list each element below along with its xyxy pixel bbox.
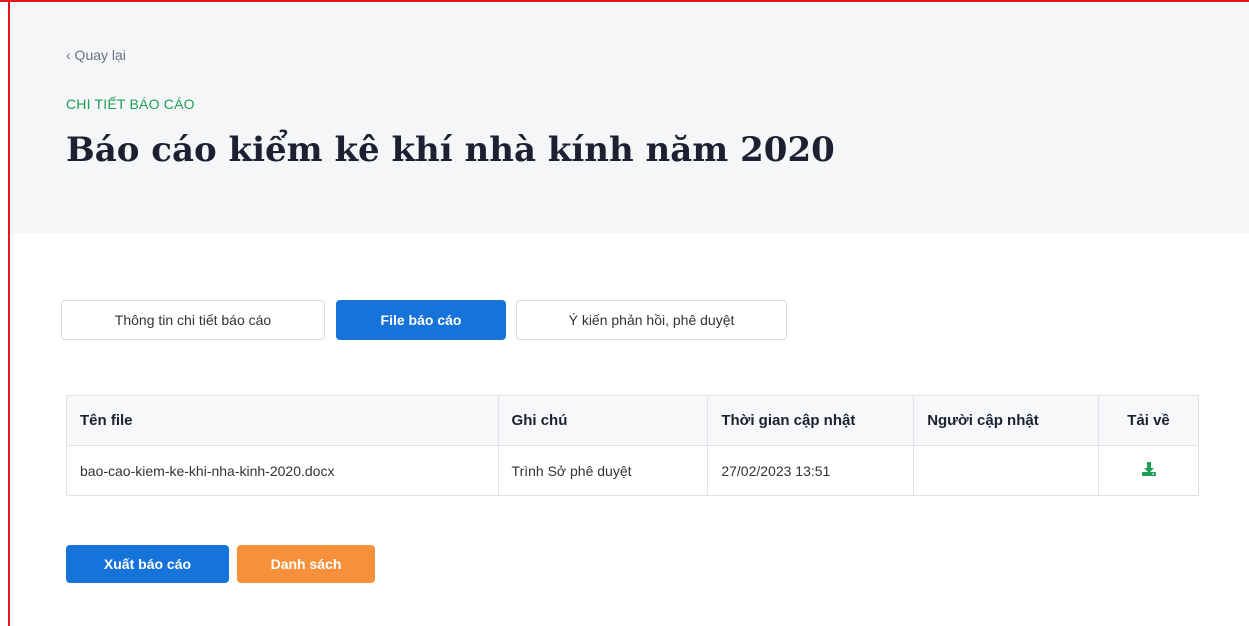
files-table: Tên file Ghi chú Thời gian cập nhật Ngườ…	[66, 395, 1199, 496]
cell-file-name: bao-cao-kiem-ke-khi-nha-kinh-2020.docx	[66, 445, 499, 496]
back-link[interactable]: ‹ Quay lại	[66, 47, 126, 63]
tab-report-details[interactable]: Thông tin chi tiết báo cáo	[61, 300, 325, 340]
tab-feedback-approval[interactable]: Ý kiến phản hồi, phê duyệt	[516, 300, 787, 340]
column-header-file-name: Tên file	[66, 395, 499, 446]
tab-report-files[interactable]: File báo cáo	[336, 300, 506, 340]
column-header-updated-at: Thời gian cập nhật	[707, 395, 915, 446]
cell-note: Trình Sở phê duyệt	[497, 445, 709, 496]
export-report-button[interactable]: Xuất báo cáo	[66, 545, 229, 583]
download-icon[interactable]	[1141, 461, 1157, 480]
cell-download	[1098, 445, 1199, 496]
list-button[interactable]: Danh sách	[237, 545, 375, 583]
column-header-updated-by: Người cập nhật	[913, 395, 1100, 446]
column-header-download: Tải về	[1098, 395, 1199, 446]
table-header-row: Tên file Ghi chú Thời gian cập nhật Ngườ…	[66, 395, 1199, 446]
table-row: bao-cao-kiem-ke-khi-nha-kinh-2020.docx T…	[66, 445, 1199, 496]
cell-updated-by	[913, 445, 1100, 496]
cell-updated-at: 27/02/2023 13:51	[707, 445, 915, 496]
page-header	[10, 2, 1249, 233]
section-label: CHI TIẾT BÁO CÁO	[66, 96, 195, 112]
column-header-note: Ghi chú	[497, 395, 709, 446]
page-title: Báo cáo kiểm kê khí nhà kính năm 2020	[66, 130, 835, 170]
